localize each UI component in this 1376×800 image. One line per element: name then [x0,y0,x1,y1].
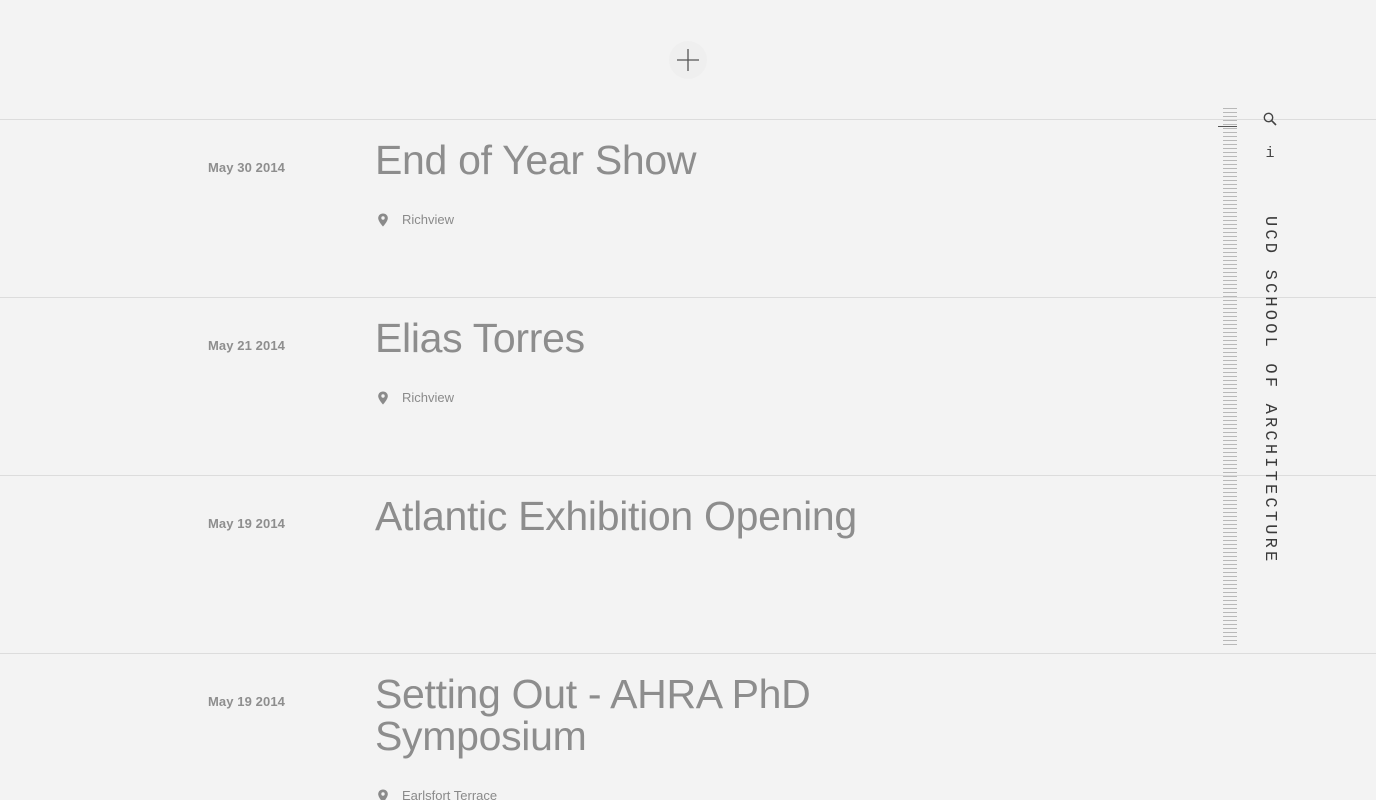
event-date: May 21 2014 [208,338,285,353]
location-pin-icon [378,789,388,800]
event-location: Richview [377,212,454,227]
event-title[interactable]: End of Year Show [375,139,845,181]
event-location-label: Richview [402,212,455,227]
search-icon[interactable] [1263,112,1277,126]
event-title[interactable]: Elias Torres [375,317,845,359]
add-button[interactable] [669,41,707,79]
plus-icon [677,49,699,71]
event-location: Richview [377,390,454,405]
event-row[interactable]: May 19 2014 Atlantic Exhibition Opening [0,475,1376,653]
event-date: May 30 2014 [208,160,285,175]
location-pin-icon [378,213,388,226]
event-location-label: Richview [402,390,455,405]
event-location-label: Earlsfort Terrace [402,788,498,800]
event-title[interactable]: Setting Out - AHRA PhD Symposium [375,673,845,757]
info-icon[interactable]: i [1263,145,1277,163]
site-name-link[interactable]: UCD SCHOOL OF ARCHITECTURE [1260,216,1279,564]
scroll-position-marker [1218,126,1237,127]
event-location: Earlsfort Terrace [377,788,497,800]
page: May 30 2014 End of Year Show Richview Ma… [0,0,1376,800]
event-date: May 19 2014 [208,694,285,709]
location-pin-icon [378,391,388,404]
event-row[interactable]: May 19 2014 Setting Out - AHRA PhD Sympo… [0,653,1376,800]
event-row[interactable]: May 30 2014 End of Year Show Richview [0,119,1376,297]
event-date: May 19 2014 [208,516,285,531]
event-row[interactable]: May 21 2014 Elias Torres Richview [0,297,1376,475]
scroll-ruler[interactable] [1223,108,1237,645]
events-list: May 30 2014 End of Year Show Richview Ma… [0,119,1376,800]
event-title[interactable]: Atlantic Exhibition Opening [375,495,975,537]
